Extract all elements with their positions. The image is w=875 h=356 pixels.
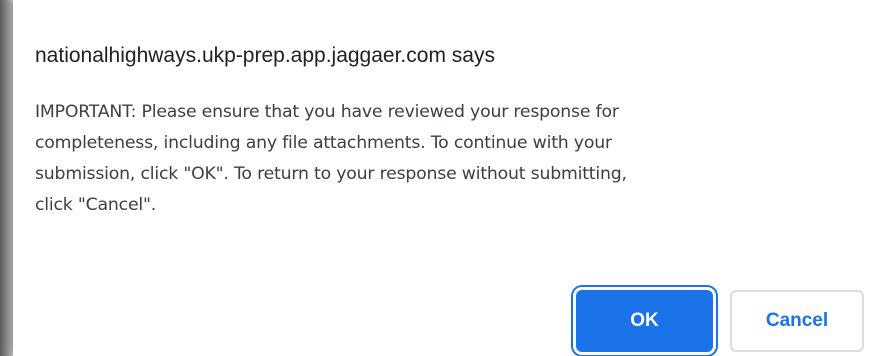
dialog-message: IMPORTANT: Please ensure that you have r… <box>35 97 855 221</box>
dialog-message-line: IMPORTANT: Please ensure that you have r… <box>35 102 619 122</box>
dialog-message-line: click "Cancel". <box>35 195 157 215</box>
dialog-message-line: submission, click "OK". To return to you… <box>35 164 627 184</box>
alert-dialog: nationalhighways.ukp-prep.app.jaggaer.co… <box>13 0 875 356</box>
cancel-button[interactable]: Cancel <box>730 290 864 352</box>
dialog-title: nationalhighways.ukp-prep.app.jaggaer.co… <box>35 44 495 67</box>
ok-button[interactable]: OK <box>576 290 713 352</box>
dialog-message-line: completeness, including any file attachm… <box>35 133 612 153</box>
